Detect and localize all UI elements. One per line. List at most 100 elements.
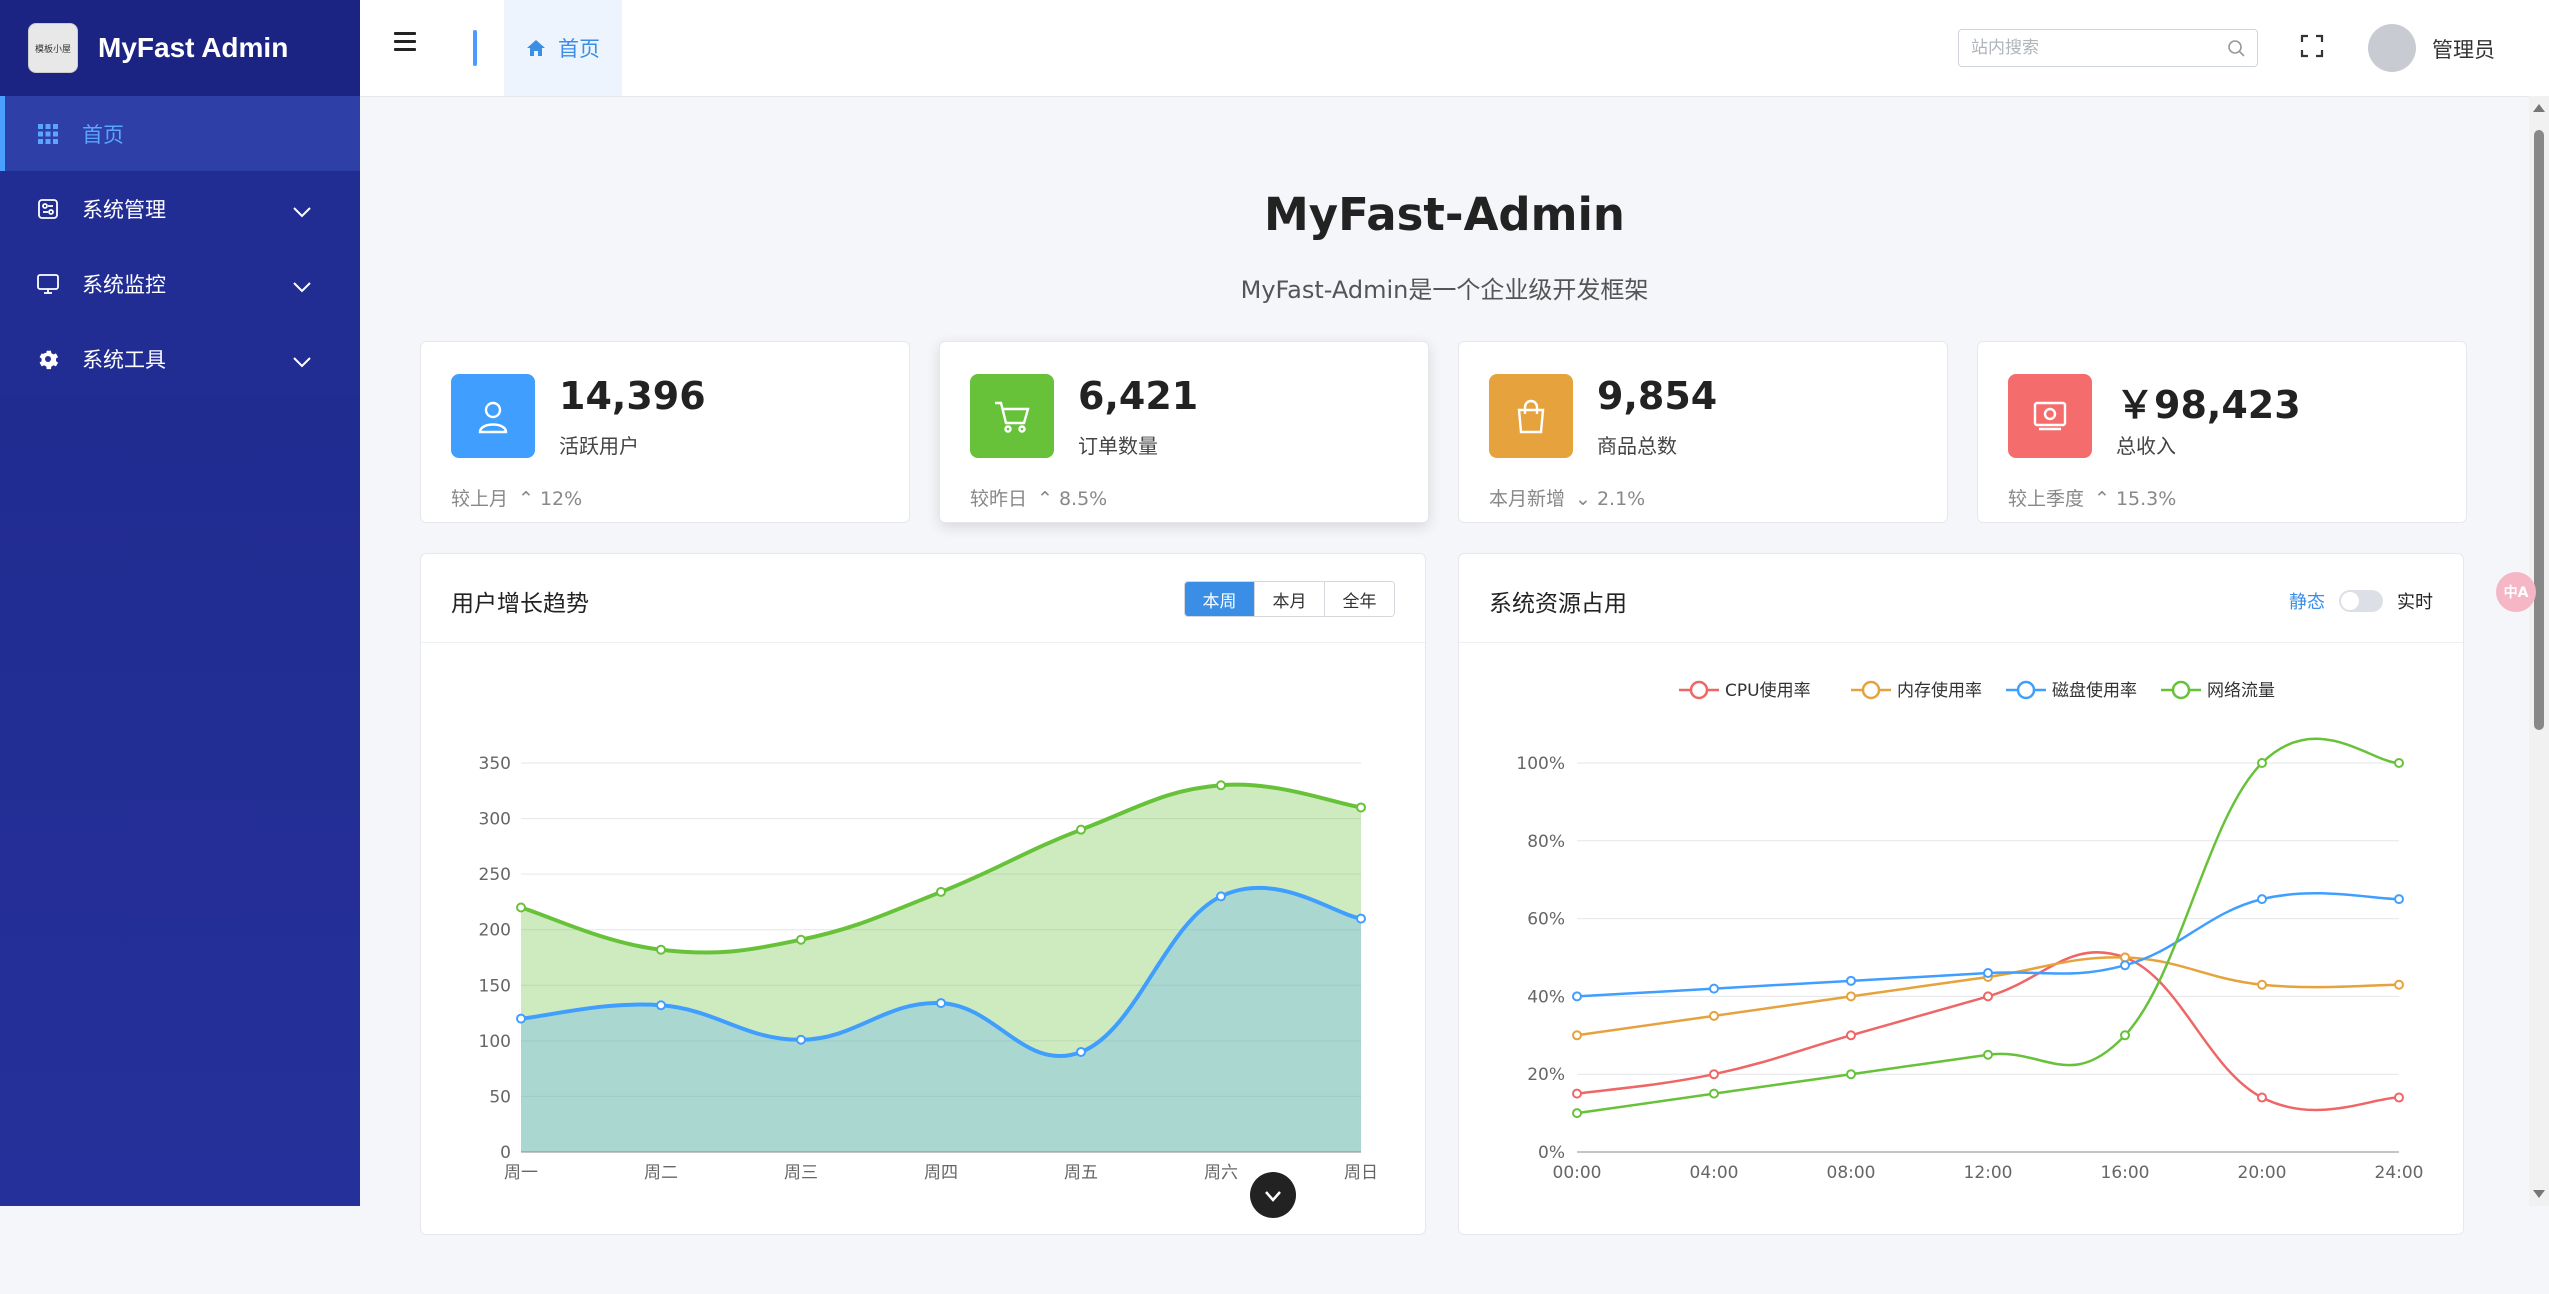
tab-week[interactable]: 本周 [1185,582,1254,616]
data-point [936,886,946,897]
y-tick-label: 200 [479,921,511,941]
x-tick-label: 00:00 [1553,1163,1602,1183]
trend-value: 8.5% [1058,488,1108,510]
monitor-icon [36,272,60,296]
search-icon[interactable] [2227,39,2245,61]
scroll-down-icon[interactable] [2533,1190,2545,1198]
stat-value: 9,854 [1597,374,1718,418]
data-point [2120,960,2130,971]
fullscreen-icon[interactable] [2300,34,2324,62]
panel-title: 用户增长趋势 [451,591,589,617]
cart-icon [970,374,1054,458]
stat-trend: 较上月 ⌃ 12% [451,484,582,511]
avatar[interactable] [2368,24,2416,72]
panel-divider [421,642,1425,643]
stat-card-orders[interactable]: 6,421 订单数量 较昨日 ⌃ 8.5% [939,341,1429,523]
sidebar-item-home[interactable]: 首页 [0,96,360,171]
trend-value: 2.1% [1596,488,1646,510]
y-tick-label: 80% [1527,832,1565,852]
data-point [1709,1010,1719,1021]
sidebar-item-system-manage[interactable]: 系统管理 [0,171,360,246]
page-title: MyFast-Admin [1264,188,1625,241]
stat-card-users[interactable]: 14,396 活跃用户 较上月 ⌃ 12% [420,341,910,523]
app-logo: 模板小屋 [28,23,78,73]
float-button[interactable] [1250,1172,1296,1218]
toggle-realtime-label: 实时 [2397,592,2433,613]
sidebar-item-label: 系统管理 [82,197,166,222]
stat-trend: 本月新增 ⌄ 2.1% [1489,484,1645,511]
divider [473,30,477,66]
home-icon [527,40,545,56]
y-tick-label: 60% [1527,910,1565,930]
data-point [1846,1030,1856,1041]
tab-month[interactable]: 本月 [1254,582,1324,616]
data-point [2257,894,2267,905]
trend-label: 较上月 [451,488,509,510]
stat-card-products[interactable]: 9,854 商品总数 本月新增 ⌄ 2.1% [1458,341,1948,523]
top-bar: 首页 管理员 [360,0,2549,97]
sidebar-item-system-monitor[interactable]: 系统监控 [0,246,360,321]
data-point [1076,824,1086,835]
legend-marker [1861,680,1881,700]
translate-icon[interactable]: 中A [2496,572,2536,612]
stat-value: ￥98,423 [2116,383,2301,427]
menu-toggle-icon[interactable] [394,32,416,52]
stat-value: 14,396 [559,374,706,418]
data-point [796,934,806,945]
toggle-static-label: 静态 [2289,592,2325,613]
trend-label: 较上季度 [2008,488,2085,510]
data-point [516,902,526,913]
chevron-down-icon [292,349,312,373]
legend-marker [2171,680,2191,700]
app-name: MyFast Admin [98,32,289,63]
sidebar-item-system-tools[interactable]: 系统工具 [0,321,360,396]
data-point [1572,1108,1582,1119]
search-input[interactable] [1959,30,2223,66]
data-point [1983,968,1993,979]
tab-year[interactable]: 全年 [1324,582,1394,616]
data-point [936,998,946,1009]
data-point [2394,894,2404,905]
stat-trend: 较上季度 ⌃ 15.3% [2008,484,2176,511]
chevron-down-icon [1265,1191,1281,1202]
y-tick-label: 50 [489,1087,511,1107]
legend-label: CPU使用率 [1725,680,1811,701]
scrollbar-thumb[interactable] [2534,130,2544,730]
username[interactable]: 管理员 [2432,34,2495,64]
stat-label: 订单数量 [1078,434,1158,458]
x-tick-label: 周四 [924,1163,958,1183]
y-tick-label: 350 [479,754,511,774]
legend-label: 磁盘使用率 [2052,680,2137,701]
stat-label: 活跃用户 [559,434,639,458]
mode-switch[interactable] [2339,590,2383,612]
user-icon [451,374,535,458]
data-point [2394,1092,2404,1103]
y-tick-label: 100% [1516,754,1565,774]
system-resource-chart: 0% 20% 40% 60% 80% 100% 00:00 04:00 08:00 12:00 16… [1516,680,2423,1183]
arrow-up-icon: ⌃ [1037,488,1053,510]
panel-divider [1459,642,2463,643]
arrow-up-icon: ⌃ [2094,488,2110,510]
stat-label: 商品总数 [1597,434,1677,458]
data-point [2257,758,2267,768]
stat-label: 总收入 [2116,434,2176,458]
legend-label: 网络流量 [2207,681,2275,701]
x-tick-label: 04:00 [1690,1163,1739,1183]
y-tick-label: 100 [479,1032,511,1052]
tab-home-label: 首页 [558,37,600,61]
y-tick-label: 40% [1527,987,1565,1007]
data-point [1846,991,1856,1002]
x-tick-label: 周二 [644,1163,678,1183]
tab-home[interactable]: 首页 [504,0,622,96]
bag-icon [1489,374,1573,458]
scroll-up-icon[interactable] [2533,104,2545,112]
scrollbar[interactable] [2529,96,2549,1206]
data-point [1846,1069,1856,1080]
trend-label: 较昨日 [970,488,1028,510]
sidebar-item-label: 首页 [82,122,124,147]
data-point [1709,1069,1719,1080]
data-point [1983,1049,1993,1060]
stat-card-revenue[interactable]: ￥98,423 总收入 较上季度 ⌃ 15.3% [1977,341,2467,523]
panel-system-resource: 系统资源占用 静态 实时 0% 20% 40% 60% 80% 100% 00:00 04:0… [1458,553,2464,1235]
logo-row: 模板小屋 MyFast Admin [0,0,360,96]
